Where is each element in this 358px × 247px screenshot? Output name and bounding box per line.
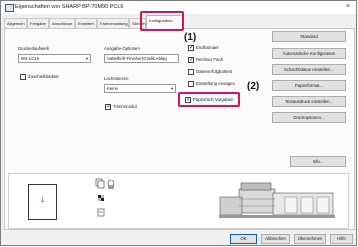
dateiverfolgbarkeit-checkbox[interactable]	[188, 69, 194, 75]
auto-config-button[interactable]: Automatische Konfiguration	[272, 48, 346, 59]
tab-erweitert[interactable]: Erweitert	[75, 18, 97, 28]
endlosmaer-checkbox[interactable]	[188, 44, 194, 52]
staple-icon	[107, 179, 115, 189]
ok-button[interactable]: OK	[230, 234, 257, 244]
schachtstatus-button[interactable]: Schachtstatus einstellen...	[272, 64, 346, 75]
lochstanzen-value: Keine	[107, 86, 118, 91]
textausdruck-button[interactable]: Textausdruck einstellen...	[272, 96, 346, 107]
color-mode-icon	[98, 195, 104, 201]
copies-icon	[95, 178, 105, 189]
info-button[interactable]: Info...	[290, 156, 346, 167]
uebernehmen-button[interactable]: Übernehmen	[294, 234, 326, 244]
chevron-down-icon: ▼	[85, 56, 89, 61]
rechner-fach-checkbox[interactable]	[188, 56, 194, 64]
trimmmodul-checkbox[interactable]	[105, 103, 111, 111]
zuschiessbarkeit-checkbox[interactable]	[20, 74, 26, 80]
page-number: 1	[40, 198, 45, 204]
close-icon[interactable]: ×	[346, 2, 350, 12]
callout-2: (2)	[247, 81, 260, 92]
einstellung-ansagen-label: Einstellung Ansagen	[196, 81, 235, 86]
printer-icon	[5, 4, 14, 12]
dateiverfolgbarkeit-label: Dateiverfolgbarkeit	[196, 69, 232, 74]
ausgabe-optionen-value: Sattelheft-Finisher(Grafik Ablag	[107, 56, 167, 61]
standard-button[interactable]: Standard	[272, 31, 346, 42]
lochstanzen-label: Lochstanzen	[104, 76, 129, 81]
endlosmaer-label: Endlosmaer	[196, 45, 219, 50]
zuschiessbarkeit-label: Zuschießbarkeit	[28, 74, 59, 79]
druckerlaufwerk-select[interactable]: MX-LC10 ▼	[18, 54, 91, 63]
output-option-icons	[95, 178, 115, 217]
tab-anschluesse[interactable]: Anschlüsse	[49, 18, 75, 28]
window-title: Eigenschaften von SHARP BP-70M90 PCL6	[15, 4, 124, 10]
printer-illustration	[219, 182, 335, 218]
properties-window: Eigenschaften von SHARP BP-70M90 PCL6 × …	[0, 0, 357, 246]
tab-allgemein[interactable]: Allgemein	[4, 18, 27, 28]
lochstanzen-select[interactable]: Keine ▼	[104, 84, 176, 93]
abbrechen-button[interactable]: Abbrechen	[261, 234, 290, 244]
papierformat-button[interactable]: Papierformat...	[272, 80, 346, 91]
rechner-fach-label: Rechner Fach	[196, 57, 223, 62]
ausgabe-optionen-select[interactable]: Sattelheft-Finisher(Grafik Ablag	[104, 54, 179, 63]
tab-highlight-box	[140, 11, 184, 31]
callout-1: (1)	[184, 32, 197, 43]
tab-farbverwaltung[interactable]: Farbverwaltung	[97, 18, 129, 28]
druckerlaufwerk-value: MX-LC10	[21, 56, 40, 61]
trimmmodul-label: Trimmmodul	[113, 104, 137, 109]
druckerlaufwerk-label: Druckerlaufwerk	[18, 46, 50, 51]
einstellung-ansagen-checkbox[interactable]	[188, 81, 194, 87]
tab-freigabe[interactable]: Freigabe	[27, 18, 49, 28]
ausgabe-optionen-label: Ausgabe-Optionen	[104, 46, 140, 51]
checkbox-highlight-box	[178, 92, 240, 107]
paper-sheet-preview: 1	[28, 184, 57, 220]
chevron-down-icon: ▼	[170, 86, 174, 91]
hilfe-button[interactable]: Hilfe	[330, 234, 353, 244]
duplex-icon	[97, 208, 105, 217]
druckoptionen-button[interactable]: Druckoptionen...	[272, 112, 346, 123]
